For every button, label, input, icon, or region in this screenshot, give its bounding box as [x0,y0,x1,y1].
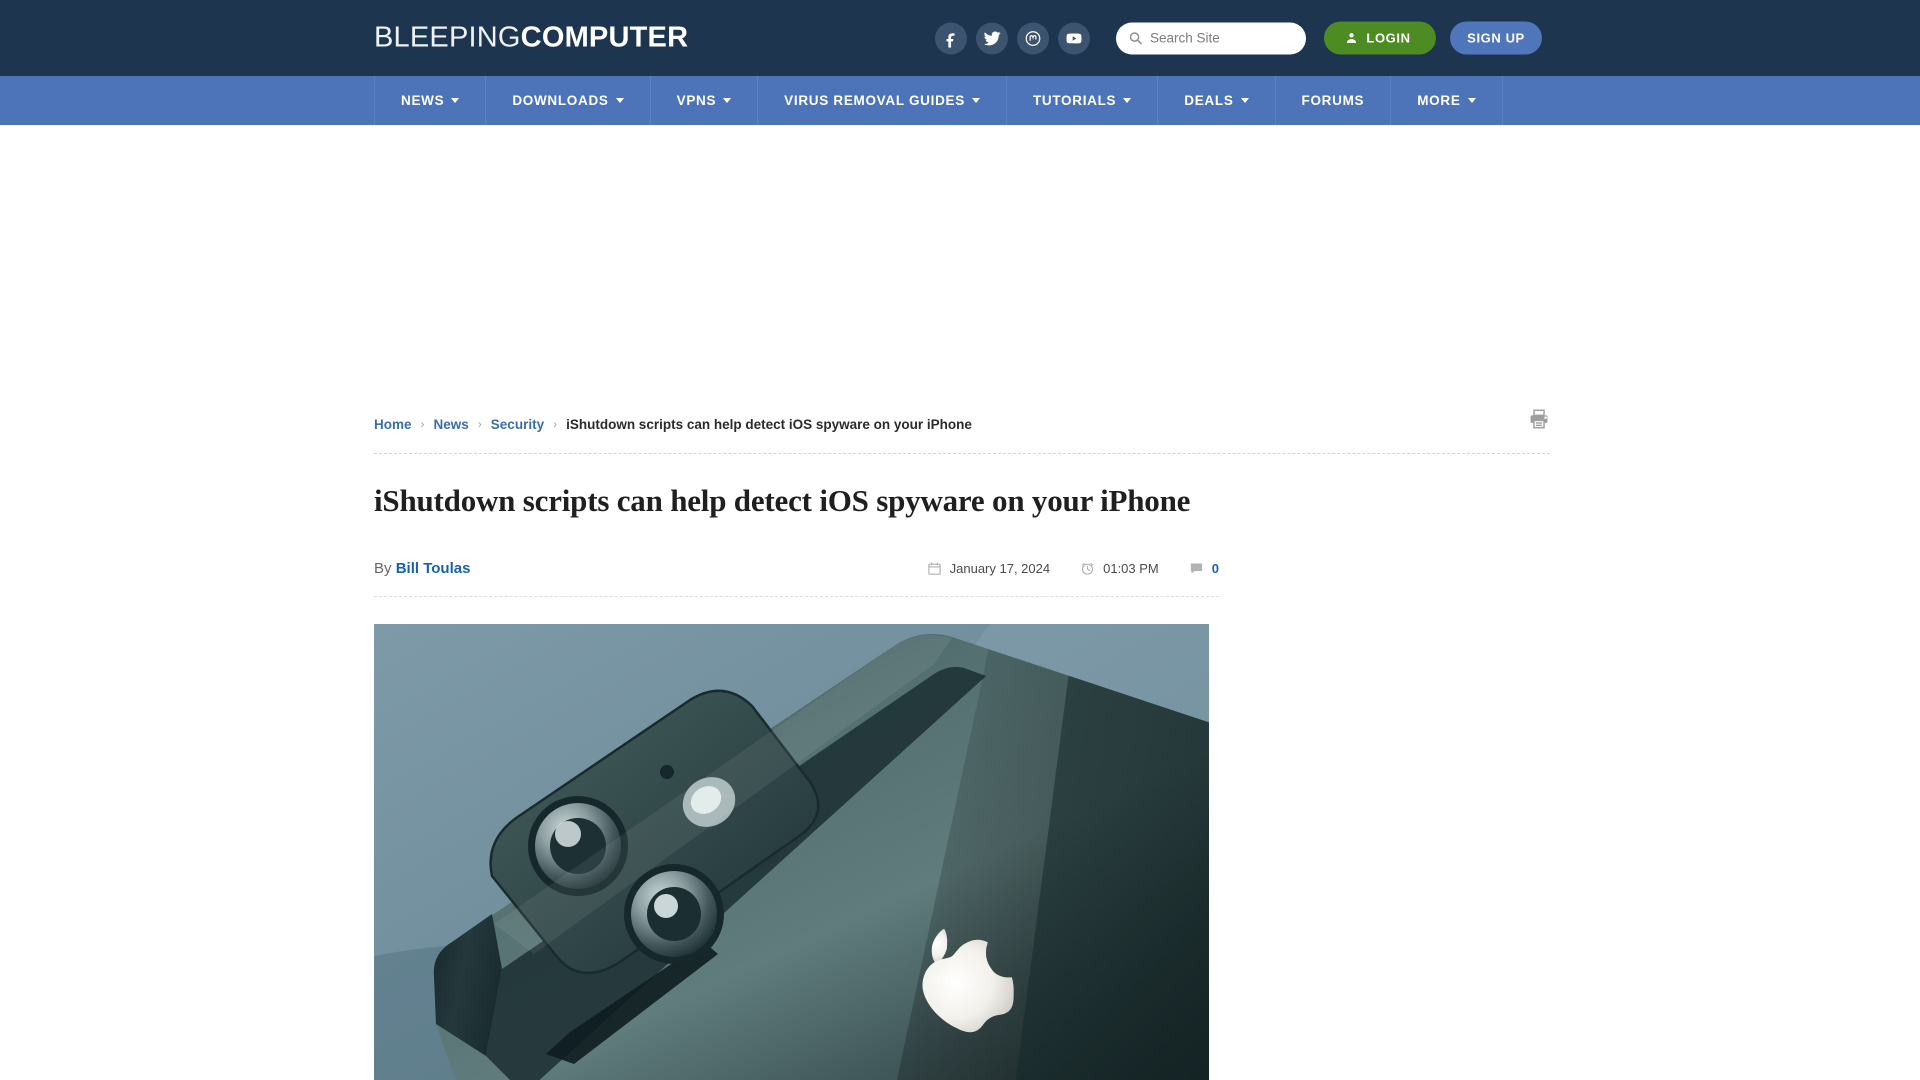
mastodon-icon[interactable] [1017,22,1049,54]
breadcrumb-separator-icon: › [420,417,425,431]
nav-item-more[interactable]: MORE [1390,76,1503,125]
calendar-icon [927,562,941,575]
nav-item-tutorials[interactable]: TUTORIALS [1005,76,1157,125]
print-icon[interactable] [1528,408,1550,435]
signup-button[interactable]: SIGN UP [1450,21,1542,55]
social-links [935,22,1090,54]
nav-item-vpns[interactable]: VPNS [649,76,758,125]
comment-count[interactable]: 0 [1189,561,1219,576]
user-icon [1347,33,1357,43]
publish-date: January 17, 2024 [927,561,1050,576]
youtube-icon[interactable] [1058,22,1090,54]
byline-divider [374,596,1219,598]
main-navigation: NEWS DOWNLOADS VPNS VIRUS REMOVAL GUIDES… [0,76,1920,125]
nav-item-label: MORE [1417,93,1461,108]
logo-text-primary: BLEEPING [374,21,521,54]
breadcrumb-separator-icon: › [553,417,558,431]
nav-item-label: FORUMS [1301,93,1365,108]
nav-item-forums[interactable]: FORUMS [1274,76,1391,125]
publish-date-text: January 17, 2024 [949,560,1051,576]
facebook-icon[interactable] [935,22,967,54]
chevron-down-icon [971,98,980,103]
nav-items: NEWS DOWNLOADS VPNS VIRUS REMOVAL GUIDES… [374,76,1503,125]
site-header: BLEEPINGCOMPUTER LOGIN SIGN U [0,0,1920,76]
search-icon [1129,32,1142,45]
breadcrumb-separator-icon: › [477,417,482,431]
chevron-down-icon [723,98,732,103]
login-button[interactable]: LOGIN [1324,21,1436,55]
article-hero-image [374,624,1209,1080]
author-link[interactable]: Bill Toulas [396,560,471,577]
nav-item-label: DEALS [1184,93,1234,108]
nav-item-news[interactable]: NEWS [374,76,485,125]
search-box[interactable] [1116,22,1306,54]
clock-icon [1082,562,1094,575]
nav-item-downloads[interactable]: DOWNLOADS [485,76,649,125]
nav-item-label: NEWS [401,93,445,108]
main-content: Home › News › Security › iShutdown scrip… [0,408,1920,1080]
chevron-down-icon [451,98,460,103]
publish-time: 01:03 PM [1080,561,1159,576]
search-input[interactable] [1150,30,1294,46]
iphone-photo [374,624,1209,1080]
breadcrumb-link-security[interactable]: Security [491,417,544,432]
signup-button-label: SIGN UP [1467,30,1525,46]
page-title: iShutdown scripts can help detect iOS sp… [374,483,1191,518]
article-metadata: January 17, 2024 01:03 PM 0 [927,561,1219,576]
chevron-down-icon [615,98,624,103]
nav-item-label: DOWNLOADS [512,93,609,108]
breadcrumb-divider [374,453,1550,454]
breadcrumb-link-home[interactable]: Home [374,417,412,432]
content-container: Home › News › Security › iShutdown scrip… [374,408,1550,1080]
login-button-label: LOGIN [1366,30,1411,46]
header-actions: LOGIN SIGN UP [935,21,1542,55]
breadcrumb: Home › News › Security › iShutdown scrip… [374,408,1550,437]
site-logo[interactable]: BLEEPINGCOMPUTER [374,21,689,54]
nav-item-virus-removal-guides[interactable]: VIRUS REMOVAL GUIDES [757,76,1006,125]
nav-item-deals[interactable]: DEALS [1157,76,1274,125]
comment-icon [1190,563,1202,574]
chevron-down-icon [1123,98,1132,103]
article-meta-row: By Bill Toulas January 17, 2024 01:03 PM… [374,555,1219,581]
nav-item-label: VPNS [676,93,717,108]
nav-item-label: TUTORIALS [1032,93,1117,108]
breadcrumb-current-page: iShutdown scripts can help detect iOS sp… [566,416,972,432]
breadcrumb-link-news[interactable]: News [434,417,469,432]
comment-count-text: 0 [1211,560,1219,576]
advertisement-slot [0,125,1920,411]
nav-item-label: VIRUS REMOVAL GUIDES [784,93,965,108]
chevron-down-icon [1240,98,1249,103]
publish-time-text: 01:03 PM [1103,560,1159,576]
byline: By Bill Toulas [374,560,470,577]
byline-prefix: By [374,559,392,577]
twitter-icon[interactable] [976,22,1008,54]
chevron-down-icon [1467,98,1476,103]
logo-text-secondary: COMPUTER [520,21,689,54]
